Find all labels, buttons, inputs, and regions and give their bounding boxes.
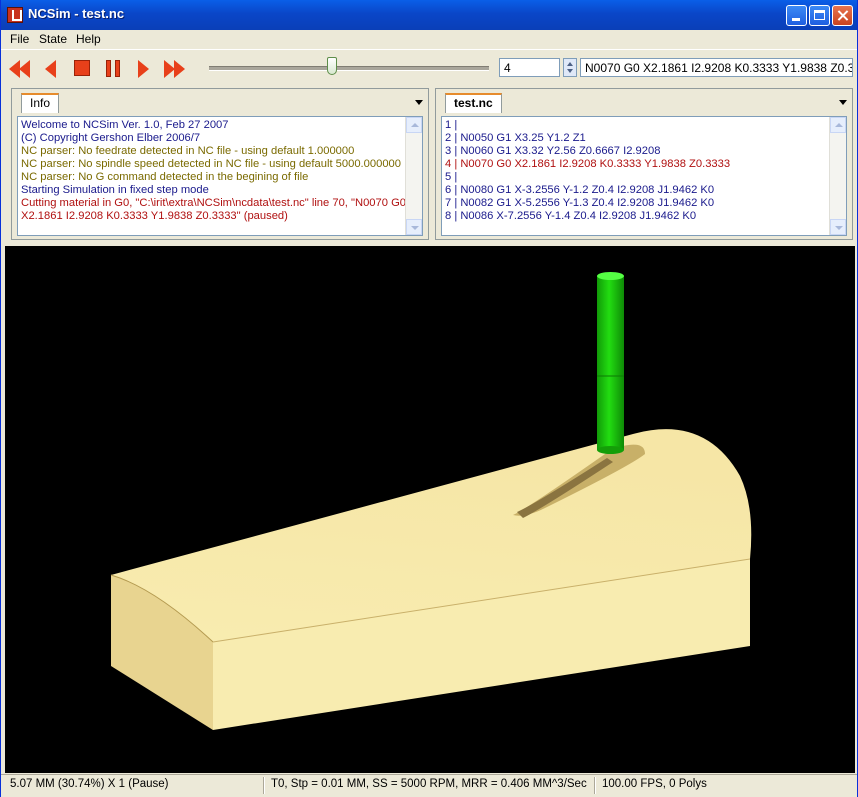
- info-log-line: Welcome to NCSim Ver. 1.0, Feb 27 2007: [21, 119, 229, 131]
- code-tab-dropdown-icon[interactable]: [839, 100, 847, 105]
- menu-help[interactable]: Help: [76, 32, 101, 46]
- triangle-left-icon: [45, 60, 56, 78]
- triangle-right-icon: [138, 60, 149, 78]
- code-scrollbar[interactable]: [829, 117, 846, 235]
- scroll-down-icon[interactable]: [406, 219, 422, 235]
- simulation-scene: [110, 272, 752, 730]
- nc-code-line: 3 | N0060 G1 X3.32 Y2.56 Z0.6667 I2.9208: [445, 145, 661, 157]
- current-command-display[interactable]: N0070 G0 X2.1861 I2.9208 K0.3333 Y1.9838…: [580, 58, 853, 77]
- info-log-line: NC parser: No G command detected in the …: [21, 171, 309, 183]
- nc-code-view[interactable]: 1 | 2 | N0050 G1 X3.25 Y1.2 Z1 3 | N0060 G…: [441, 116, 847, 236]
- step-spinner[interactable]: [563, 58, 577, 77]
- nc-code-line: 2 | N0050 G1 X3.25 Y1.2 Z1: [445, 132, 586, 144]
- ncsim-app-icon[interactable]: [7, 7, 23, 23]
- fast-rewind-button[interactable]: [7, 56, 33, 80]
- square-stop-icon: [74, 60, 90, 76]
- menu-state[interactable]: State: [39, 32, 67, 46]
- status-bar: 5.07 MM (30.74%) X 1 (Pause) T0, Stp = 0…: [1, 774, 857, 797]
- spin-up-icon[interactable]: [567, 62, 573, 66]
- info-log-line: Cutting material in G0, "C:\irit\extra\N…: [21, 197, 406, 222]
- title-bar[interactable]: NCSim - test.nc: [1, 0, 857, 30]
- info-log-line: Starting Simulation in fixed step mode: [21, 184, 209, 196]
- status-progress: 5.07 MM (30.74%) X 1 (Pause): [10, 778, 169, 790]
- info-log-line: (C) Copyright Gershon Elber 2006/7: [21, 132, 201, 144]
- info-tab-dropdown-icon[interactable]: [415, 100, 423, 105]
- info-log-line: NC parser: No spindle speed detected in …: [21, 158, 401, 170]
- tab-test-nc[interactable]: test.nc: [445, 93, 502, 113]
- main-window: NCSim - test.nc File State Help 4 N0070 …: [0, 0, 858, 797]
- pause-button[interactable]: [100, 56, 126, 80]
- stop-button[interactable]: [69, 56, 95, 80]
- stock-block: [110, 429, 752, 730]
- step-back-button[interactable]: [39, 56, 65, 80]
- info-panel: Info Welcome to NCSim Ver. 1.0, Feb 27 2…: [11, 88, 429, 240]
- info-log[interactable]: Welcome to NCSim Ver. 1.0, Feb 27 2007 (C…: [17, 116, 423, 236]
- close-button[interactable]: [832, 5, 853, 26]
- window-title: NCSim - test.nc: [28, 6, 125, 21]
- scroll-down-icon[interactable]: [830, 219, 846, 235]
- tool-tip: [597, 446, 624, 454]
- info-log-line: NC parser: No feedrate detected in NC fi…: [21, 145, 355, 157]
- cutting-tool: [597, 272, 624, 454]
- menu-file[interactable]: File: [10, 32, 29, 46]
- nc-code-line: 8 | N0086 X-7.2556 Y-1.4 Z0.4 I2.9208 J1…: [445, 210, 697, 222]
- scroll-up-icon[interactable]: [830, 117, 846, 133]
- nc-code-line: 1 |: [445, 119, 458, 131]
- play-button[interactable]: [131, 56, 157, 80]
- info-log-lines: Welcome to NCSim Ver. 1.0, Feb 27 2007 (C…: [21, 119, 406, 223]
- status-render-info: 100.00 FPS, 0 Polys: [602, 778, 707, 790]
- fast-forward-button[interactable]: [161, 56, 187, 80]
- nc-code-line: 4 | N0070 G0 X2.1861 I2.9208 K0.3333 Y1.…: [445, 158, 731, 170]
- code-panel: test.nc 1 | 2 | N0050 G1 X3.25 Y1.2 Z1 3 |…: [435, 88, 853, 240]
- step-slider-thumb[interactable]: [327, 57, 337, 75]
- step-input[interactable]: 4: [499, 58, 560, 77]
- status-tool-info: T0, Stp = 0.01 MM, SS = 5000 RPM, MRR = …: [271, 778, 587, 790]
- scroll-up-icon[interactable]: [406, 117, 422, 133]
- toolbar: 4 N0070 G0 X2.1861 I2.9208 K0.3333 Y1.98…: [1, 49, 857, 86]
- status-separator: [594, 777, 596, 794]
- nc-code-lines: 1 | 2 | N0050 G1 X3.25 Y1.2 Z1 3 | N0060 G…: [445, 119, 830, 223]
- info-scrollbar[interactable]: [405, 117, 422, 235]
- tab-info[interactable]: Info: [21, 93, 60, 113]
- status-separator: [263, 777, 265, 794]
- tool-top: [597, 272, 624, 280]
- minimize-button[interactable]: [786, 5, 807, 26]
- menu-bar: File State Help: [1, 30, 857, 49]
- nc-code-line: 7 | N0082 G1 X-5.2556 Y-1.3 Z0.4 I2.9208…: [445, 197, 715, 209]
- maximize-button[interactable]: [809, 5, 830, 26]
- nc-code-line: 6 | N0080 G1 X-3.2556 Y-1.2 Z0.4 I2.9208…: [445, 184, 715, 196]
- tool-shaft: [597, 276, 624, 450]
- spin-down-icon[interactable]: [567, 69, 573, 73]
- simulation-viewport[interactable]: [5, 246, 855, 773]
- nc-code-line: 5 |: [445, 171, 458, 183]
- step-slider-track[interactable]: [209, 66, 489, 71]
